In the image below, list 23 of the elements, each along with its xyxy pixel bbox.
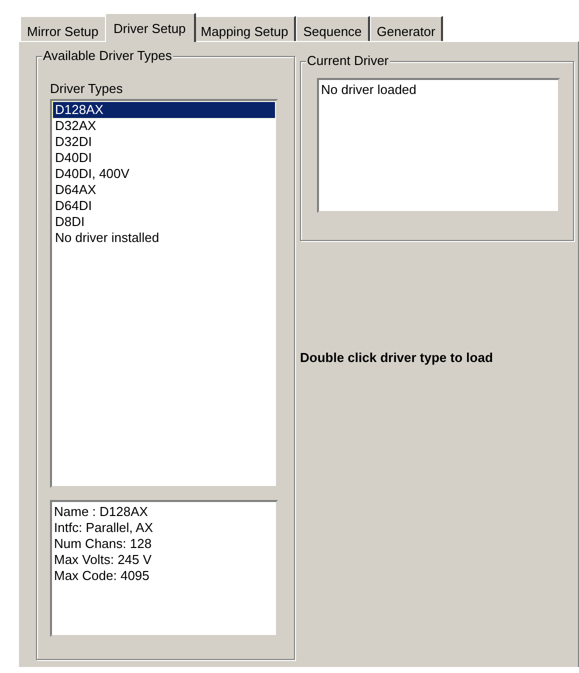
list-label: Driver Types: [50, 81, 124, 97]
tab[interactable]: Mirror Setup: [20, 16, 107, 41]
current-driver-text: No driver loaded: [321, 82, 416, 97]
hint-text: Double click driver type to load: [300, 349, 494, 367]
list-item[interactable]: D8DI: [53, 214, 275, 230]
info-line: Num Chans: 128: [54, 536, 153, 552]
group-title: Available Driver Types: [42, 48, 173, 64]
list-item[interactable]: D128AX: [53, 102, 275, 118]
tab[interactable]: Mapping Setup: [194, 16, 296, 41]
info-line: Max Code: 4095: [54, 568, 150, 584]
tab[interactable]: Driver Setup: [104, 13, 196, 42]
info-line: Name : D128AX: [54, 504, 149, 520]
list-item[interactable]: D64AX: [53, 182, 275, 198]
list-item[interactable]: D32DI: [53, 134, 275, 150]
tab[interactable]: Sequence: [296, 16, 370, 41]
list-item[interactable]: D64DI: [53, 198, 275, 214]
tab[interactable]: Generator: [370, 16, 444, 41]
list-item[interactable]: D40DI, 400V: [53, 166, 275, 182]
list-item[interactable]: D32AX: [53, 118, 275, 134]
list-item[interactable]: No driver installed: [53, 230, 275, 246]
info-line: Intfc: Parallel, AX: [54, 520, 154, 536]
list-item[interactable]: D40DI: [53, 150, 275, 166]
info-line: Max Volts: 245 V: [54, 552, 153, 568]
